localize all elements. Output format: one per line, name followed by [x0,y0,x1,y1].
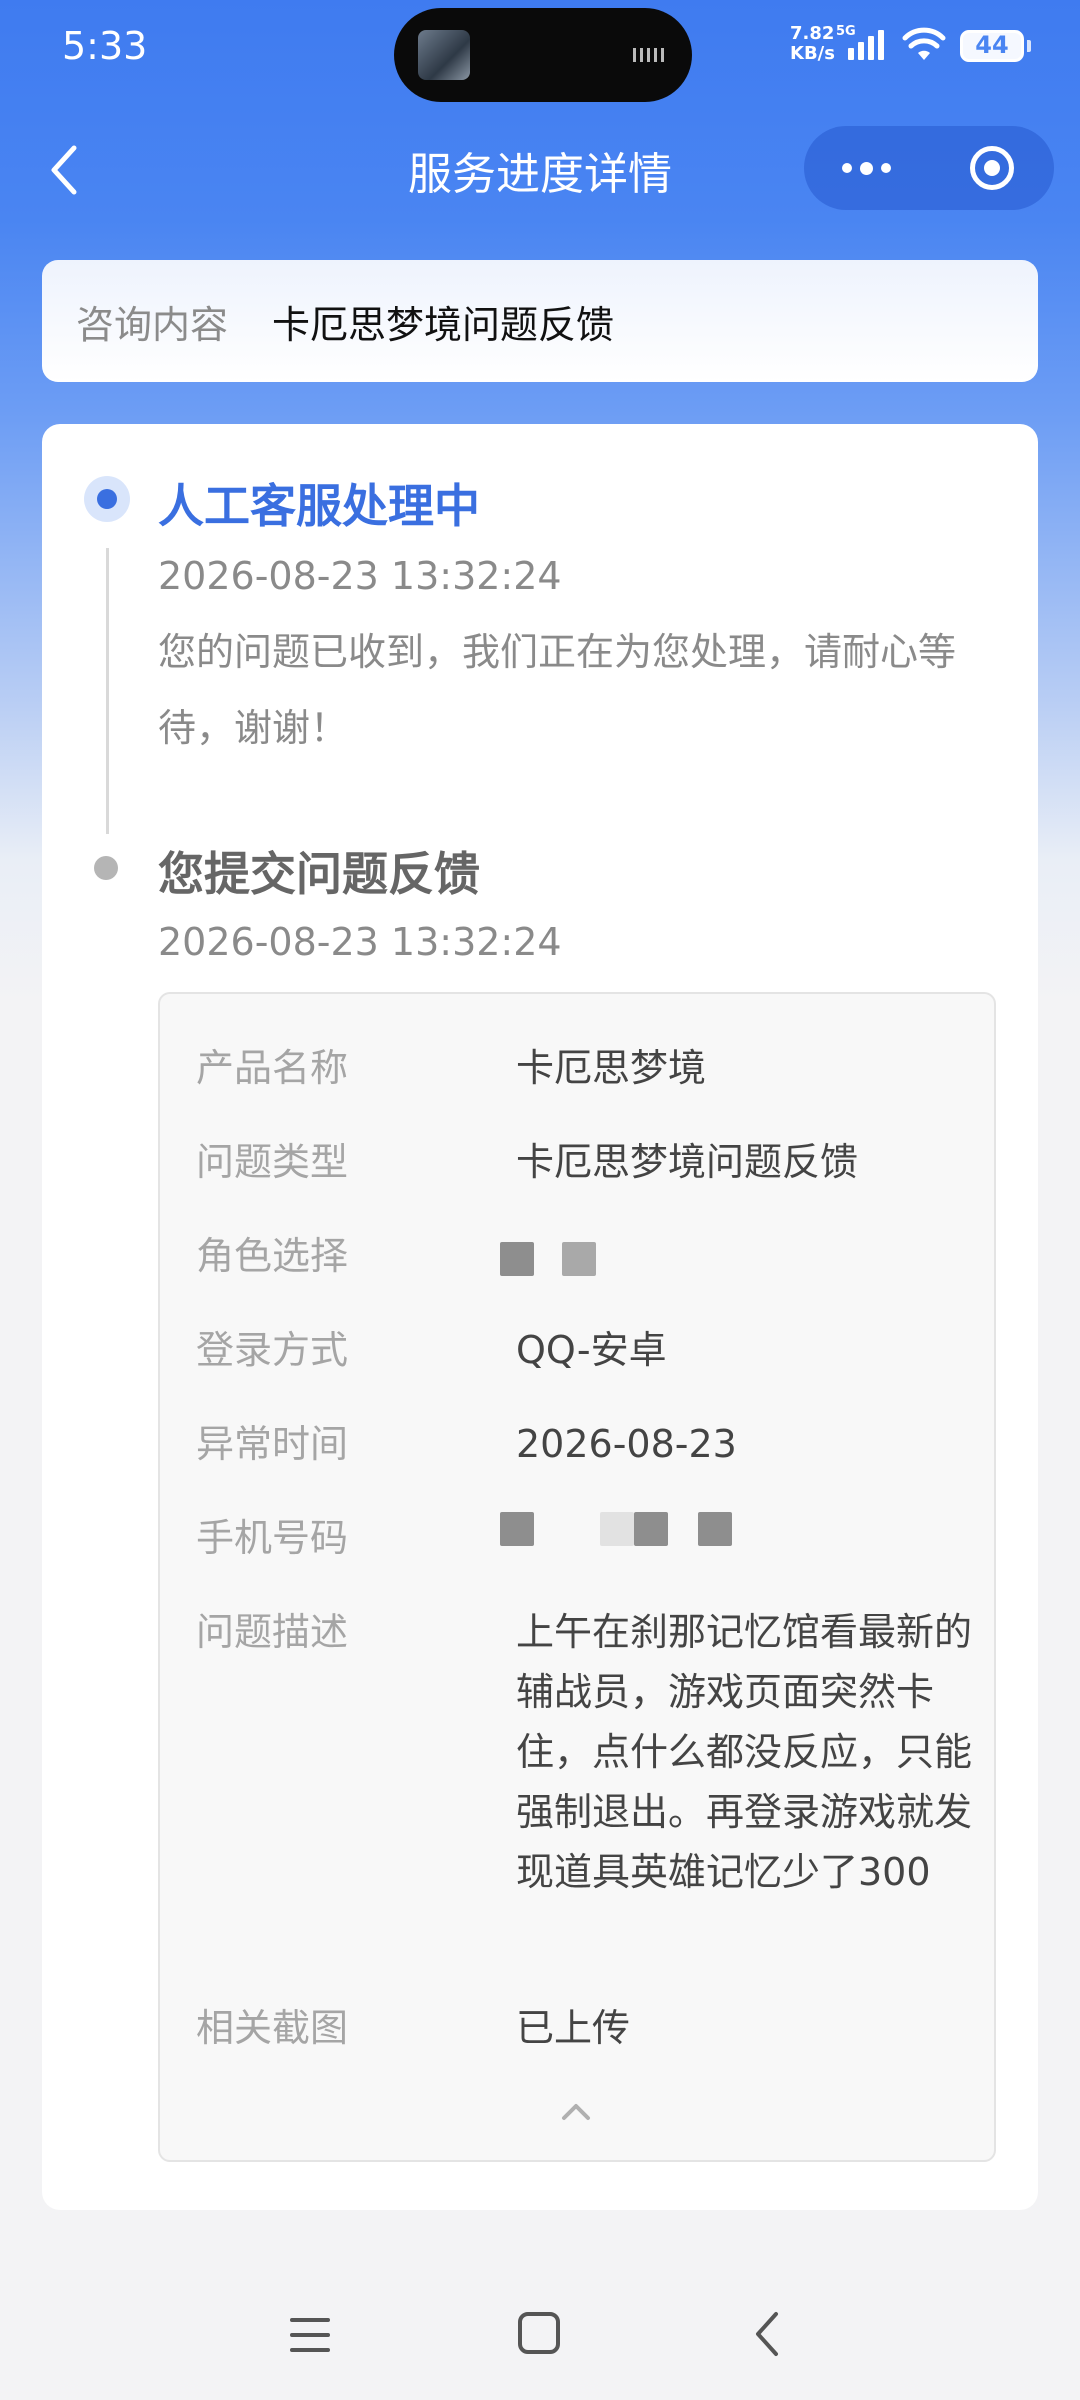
timeline-dot-active [84,476,130,522]
media-thumbnail [418,30,470,80]
signal-icon [848,30,884,60]
detail-label: 问题描述 [196,1610,349,1654]
detail-label: 相关截图 [196,2006,349,2050]
detail-label: 手机号码 [196,1516,349,1560]
detail-label: 问题类型 [196,1140,349,1184]
progress-card: 人工客服处理中 2026-08-23 13:32:24 您的问题已收到，我们正在… [42,424,1038,2210]
step-time: 2026-08-23 13:32:24 [158,554,562,598]
battery-cap [1027,40,1031,52]
detail-label: 异常时间 [196,1422,349,1466]
home-icon[interactable] [518,2312,560,2354]
more-dots-icon[interactable] [804,126,929,210]
detail-value: 2026-08-23 [516,1422,737,1466]
detail-value[interactable]: 已上传 [516,1998,976,2058]
timeline-dot-inactive [94,856,118,880]
feedback-detail-box: 产品名称 卡厄思梦境 问题类型 卡厄思梦境问题反馈 角色选择 登录方式 QQ-安… [158,992,996,2162]
detail-label: 产品名称 [196,1046,349,1090]
battery-level: 44 [975,31,1009,59]
menu-icon[interactable] [288,2310,332,2360]
step-time: 2026-08-23 13:32:24 [158,920,562,964]
battery-icon: 44 [960,30,1024,62]
chevron-up-icon[interactable] [556,2096,596,2126]
audio-bars-icon [633,48,664,62]
consult-label: 咨询内容 [76,302,229,347]
detail-label: 角色选择 [196,1234,349,1278]
detail-value: 上午在刹那记忆馆看最新的辅战员，游戏页面突然卡住，点什么都没反应，只能强制退出。… [516,1610,973,1894]
redacted-role-value [500,1226,960,1286]
detail-value: 卡厄思梦境 [516,1046,707,1090]
timeline-line [106,548,109,834]
redacted-phone-value [500,1496,960,1556]
wifi-icon [902,27,946,60]
detail-label: 登录方式 [196,1328,349,1372]
step-description: 您的问题已收到，我们正在为您处理，请耐心等待，谢谢！ [158,630,957,750]
nav-back-icon[interactable] [748,2306,788,2362]
dynamic-island[interactable] [394,8,692,102]
status-time: 5:33 [62,24,148,68]
consult-value: 卡厄思梦境问题反馈 [272,302,615,347]
status-bar: 5:33 7.82 KB/s 5G 44 [0,0,1080,102]
network-speed: 7.82 KB/s [790,23,835,64]
mini-program-capsule [804,126,1054,210]
detail-value: QQ-安卓 [516,1328,667,1372]
consult-card: 咨询内容 卡厄思梦境问题反馈 [42,260,1038,382]
step-title: 您提交问题反馈 [158,847,480,901]
step-title: 人工客服处理中 [158,479,480,533]
close-target-icon[interactable] [929,126,1054,210]
detail-value: 卡厄思梦境问题反馈 [516,1140,859,1184]
